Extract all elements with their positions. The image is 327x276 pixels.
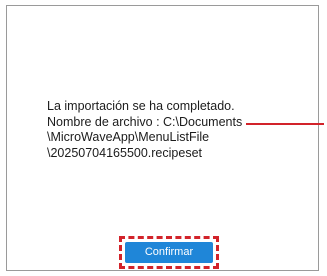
annotation-pointer-line bbox=[246, 123, 324, 125]
dialog-message: La importación se ha completado. Nombre … bbox=[47, 99, 277, 161]
confirm-button[interactable]: Confirmar bbox=[125, 242, 213, 263]
message-line-status: La importación se ha completado. bbox=[47, 99, 235, 113]
import-complete-dialog: La importación se ha completado. Nombre … bbox=[6, 5, 319, 271]
message-line-path: \MicroWaveApp\MenuListFile bbox=[47, 130, 210, 144]
message-line-file: \20250704165500.recipeset bbox=[47, 145, 202, 160]
message-line-filename: Nombre de archivo : C:\Documents bbox=[47, 114, 243, 129]
